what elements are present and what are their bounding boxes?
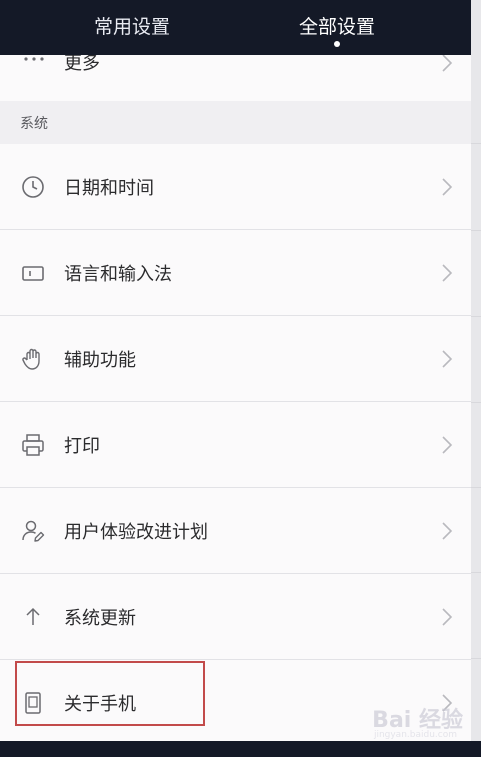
list-item-system-update[interactable]: 系统更新 — [0, 574, 471, 660]
clock-icon — [22, 175, 44, 198]
list-item-language-input[interactable]: 语言和输入法 — [0, 230, 471, 316]
chevron-right-icon — [442, 349, 453, 368]
tab-all-settings[interactable]: 全部设置 — [299, 12, 375, 39]
chevron-right-icon — [442, 263, 453, 282]
list-item-label: 日期和时间 — [64, 177, 154, 199]
list-item-label: 打印 — [64, 435, 100, 457]
scroll-edge — [471, 0, 481, 757]
list-item-label: 更多 — [64, 55, 100, 74]
highlight-box — [15, 661, 205, 726]
list-item-label: 用户体验改进计划 — [64, 521, 208, 543]
list-item-print[interactable]: 打印 — [0, 402, 471, 488]
printer-icon — [22, 433, 44, 456]
chevron-right-icon — [442, 55, 453, 72]
list-item-label: 语言和输入法 — [64, 263, 172, 285]
active-tab-indicator — [334, 41, 340, 47]
bottom-bar — [0, 741, 481, 757]
chevron-right-icon — [442, 435, 453, 454]
section-title: 系统 — [20, 116, 48, 132]
more-dots-icon — [24, 57, 44, 61]
list-item-label: 辅助功能 — [64, 349, 136, 371]
list-item-user-experience[interactable]: 用户体验改进计划 — [0, 488, 471, 574]
chevron-right-icon — [442, 521, 453, 540]
user-edit-icon — [22, 520, 45, 542]
list-item-accessibility[interactable]: 辅助功能 — [0, 316, 471, 402]
settings-screen: 常用设置 全部设置 更多 系统 日期和时间 语言和输入法 辅助功能 打印 用户体… — [0, 0, 481, 757]
list-item-label: 系统更新 — [64, 607, 136, 629]
top-tab-bar: 常用设置 全部设置 — [0, 0, 471, 55]
list-item-date-time[interactable]: 日期和时间 — [0, 144, 471, 230]
keyboard-icon — [22, 265, 44, 281]
watermark-url: jingyan.baidu.com — [373, 730, 457, 740]
chevron-right-icon — [442, 607, 453, 626]
chevron-right-icon — [442, 177, 453, 196]
tab-common-settings[interactable]: 常用设置 — [94, 12, 170, 39]
arrow-up-icon — [26, 607, 40, 625]
hand-icon — [22, 348, 40, 370]
list-item-more[interactable]: 更多 — [0, 55, 471, 102]
section-header-system: 系统 — [0, 101, 471, 145]
